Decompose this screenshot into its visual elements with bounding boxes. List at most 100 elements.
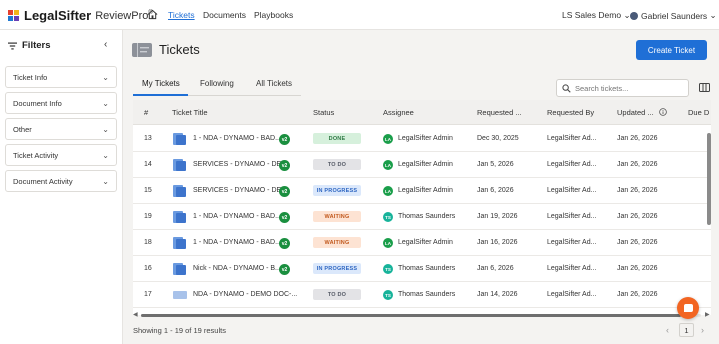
search-box[interactable] xyxy=(556,79,689,97)
nav-link-tickets[interactable]: Tickets xyxy=(168,10,195,20)
table-row[interactable]: 17 NDA - DYNAMO - DEMO DOC-... TO DO TS Thom… xyxy=(133,282,711,308)
status-badge: WAITING xyxy=(313,237,361,248)
scroll-right-icon[interactable]: ▶ xyxy=(705,311,710,318)
assignee-name: Thomas Saunders xyxy=(398,291,456,298)
column-header-status[interactable]: Status xyxy=(313,108,334,117)
filter-document-activity[interactable]: Document Activity ⌄ xyxy=(5,170,117,192)
search-input[interactable] xyxy=(575,83,685,93)
scroll-thumb[interactable] xyxy=(707,133,711,225)
tab-all-tickets[interactable]: All Tickets xyxy=(256,79,292,88)
filter-ticket-info[interactable]: Ticket Info ⌄ xyxy=(5,66,117,88)
version-badge: v2 xyxy=(279,264,290,275)
updated-date: Jan 26, 2026 xyxy=(617,239,658,246)
column-header-requested[interactable]: Requested ... xyxy=(477,108,522,117)
home-icon[interactable] xyxy=(147,9,158,20)
ticket-number: 19 xyxy=(144,213,152,220)
product-name: ReviewPro® xyxy=(95,9,153,22)
assignee-name: Thomas Saunders xyxy=(398,265,456,272)
next-page-icon[interactable]: › xyxy=(701,325,704,335)
vertical-scrollbar[interactable] xyxy=(707,128,711,308)
org-name: LS Sales Demo xyxy=(562,10,622,20)
status-badge: DONE xyxy=(313,133,361,144)
avatar: LA xyxy=(383,160,393,170)
ticket-tabs: My Tickets Following All Tickets xyxy=(133,74,301,96)
chevron-down-icon: ⌄ xyxy=(102,125,109,134)
updated-date: Jan 26, 2026 xyxy=(617,187,658,194)
status-badge: IN PROGRESS xyxy=(313,185,361,196)
requested-date: Jan 5, 2026 xyxy=(477,161,514,168)
active-tab-indicator xyxy=(133,94,188,96)
requested-date: Dec 30, 2025 xyxy=(477,135,519,142)
ticket-number: 14 xyxy=(144,161,152,168)
scroll-thumb[interactable] xyxy=(141,314,681,317)
requested-by: LegalSifter Ad... xyxy=(547,291,597,298)
status-badge: TO DO xyxy=(313,289,361,300)
create-ticket-button[interactable]: Create Ticket xyxy=(636,40,707,60)
app-logo[interactable]: LegalSifter ReviewPro® xyxy=(8,8,153,23)
assignee-name: LegalSifter Admin xyxy=(398,239,453,246)
filter-document-info[interactable]: Document Info ⌄ xyxy=(5,92,117,114)
column-header-requested-by[interactable]: Requested By xyxy=(547,108,594,117)
ticket-title[interactable]: 1 - NDA - DYNAMO - BAD... xyxy=(193,135,281,142)
document-icon xyxy=(173,133,186,145)
tab-following[interactable]: Following xyxy=(200,79,234,88)
column-header-due-date[interactable]: Due D xyxy=(688,108,709,117)
chevron-down-icon: ⌄ xyxy=(102,151,109,160)
table-row[interactable]: 16 Nick - NDA - DYNAMO - B... v2 IN PROGRES… xyxy=(133,256,711,282)
table-row[interactable]: 14 SERVICES - DYNAMO - DE... v2 TO DO LA Lega… xyxy=(133,152,711,178)
ticket-number: 18 xyxy=(144,239,152,246)
table-row[interactable]: 18 1 - NDA - DYNAMO - BAD... v2 WAITING LA Le… xyxy=(133,230,711,256)
filter-ticket-activity[interactable]: Ticket Activity ⌄ xyxy=(5,144,117,166)
chat-icon xyxy=(683,304,693,312)
assignee-name: LegalSifter Admin xyxy=(398,135,453,142)
status-badge: IN PROGRESS xyxy=(313,263,361,274)
org-selector[interactable]: LS Sales Demo ⌄ xyxy=(562,10,631,21)
user-menu[interactable]: Gabriel Saunders ⌄ xyxy=(630,10,717,21)
filter-other[interactable]: Other ⌄ xyxy=(5,118,117,140)
requested-by: LegalSifter Ad... xyxy=(547,239,597,246)
requested-date: Jan 6, 2026 xyxy=(477,187,514,194)
chevron-down-icon: ⌄ xyxy=(102,73,109,82)
status-badge: TO DO xyxy=(313,159,361,170)
document-icon xyxy=(173,159,186,171)
requested-date: Jan 19, 2026 xyxy=(477,213,518,220)
table-row[interactable]: 13 1 - NDA - DYNAMO - BAD... v2 DONE LA Legal… xyxy=(133,126,711,152)
ticket-title[interactable]: SERVICES - DYNAMO - DE... xyxy=(193,187,287,194)
page-button-current[interactable]: 1 xyxy=(679,323,694,337)
version-badge: v2 xyxy=(279,186,290,197)
updated-date: Jan 26, 2026 xyxy=(617,135,658,142)
nav-link-documents[interactable]: Documents xyxy=(203,10,246,20)
table-header: # Ticket Title Status Assignee Requested… xyxy=(133,100,711,125)
nav-link-playbooks[interactable]: Playbooks xyxy=(254,10,293,20)
chat-button[interactable] xyxy=(677,297,699,319)
document-icon xyxy=(173,263,186,275)
column-header-number[interactable]: # xyxy=(144,108,148,117)
tab-my-tickets[interactable]: My Tickets xyxy=(142,79,180,88)
avatar: TS xyxy=(383,212,393,222)
column-header-assignee[interactable]: Assignee xyxy=(383,108,414,117)
ticket-title[interactable]: SERVICES - DYNAMO - DE... xyxy=(193,161,287,168)
avatar: TS xyxy=(383,264,393,274)
ticket-title[interactable]: 1 - NDA - DYNAMO - BAD... xyxy=(193,213,281,220)
ticket-number: 15 xyxy=(144,187,152,194)
document-icon xyxy=(173,185,186,197)
ticket-title[interactable]: NDA - DYNAMO - DEMO DOC-... xyxy=(193,291,297,298)
ticket-icon xyxy=(132,43,152,57)
version-badge: v2 xyxy=(279,160,290,171)
ticket-title[interactable]: 1 - NDA - DYNAMO - BAD... xyxy=(193,239,281,246)
filter-label: Other xyxy=(13,124,32,134)
assignee-name: LegalSifter Admin xyxy=(398,187,453,194)
collapse-sidebar-icon[interactable]: ‹ xyxy=(104,39,107,50)
table-row[interactable]: 15 SERVICES - DYNAMO - DE... v2 IN PROGRESS… xyxy=(133,178,711,204)
table-row[interactable]: 19 1 - NDA - DYNAMO - BAD... v2 WAITING TS Th… xyxy=(133,204,711,230)
horizontal-scrollbar[interactable]: ◀ ▶ xyxy=(133,311,711,318)
column-header-updated[interactable]: Updated ... xyxy=(617,108,654,117)
version-badge: v2 xyxy=(279,238,290,249)
columns-icon[interactable] xyxy=(699,83,710,92)
previous-page-icon[interactable]: ‹ xyxy=(666,325,669,335)
ticket-title[interactable]: Nick - NDA - DYNAMO - B... xyxy=(193,265,281,272)
avatar: LA xyxy=(383,134,393,144)
column-header-title[interactable]: Ticket Title xyxy=(172,108,208,117)
scroll-left-icon[interactable]: ◀ xyxy=(133,311,138,318)
logo-mark-icon xyxy=(8,9,20,22)
